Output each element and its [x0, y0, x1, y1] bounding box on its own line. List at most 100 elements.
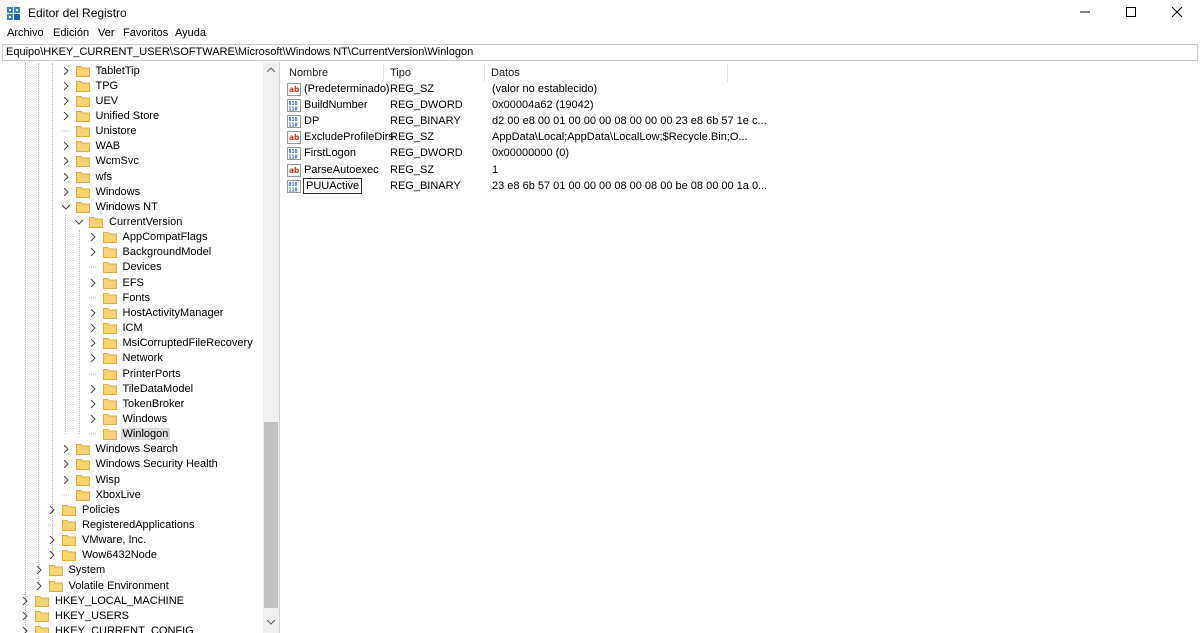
chevron-right-icon[interactable] — [35, 566, 43, 575]
value-type: REG_BINARY — [390, 179, 461, 192]
menu-ver[interactable]: Ver — [98, 27, 115, 39]
chevron-right-icon[interactable] — [89, 308, 97, 317]
chevron-right-icon[interactable] — [48, 505, 56, 514]
chevron-right-icon[interactable] — [89, 248, 97, 257]
scroll-up-button[interactable] — [263, 62, 279, 76]
tree-item[interactable]: Unified Store — [62, 108, 162, 123]
value-row[interactable]: 010 110 BuildNumber REG_DWORD 0x00004a62 (19… — [287, 98, 747, 114]
minimize-button[interactable] — [1062, 0, 1108, 26]
tree-item-label: Network — [122, 352, 163, 365]
tree-item[interactable]: UEV — [62, 93, 121, 108]
tree-item[interactable]: PrinterPorts — [88, 366, 183, 381]
chevron-right-icon[interactable] — [62, 142, 70, 151]
tree-item[interactable]: HKEY_CURRENT_CONFIG — [21, 624, 196, 633]
tree-item[interactable]: CurrentVersion — [75, 215, 184, 230]
value-row[interactable]: ab (Predeterminado) REG_SZ (valor no establ… — [287, 82, 747, 98]
chevron-right-icon[interactable] — [62, 187, 70, 196]
tree-item[interactable]: Devices — [88, 260, 164, 275]
chevron-right-icon[interactable] — [89, 354, 97, 363]
tree-item[interactable]: RegisteredApplications — [48, 518, 197, 533]
chevron-right-icon[interactable] — [62, 157, 70, 166]
tree-item[interactable]: HKEY_LOCAL_MACHINE — [21, 593, 186, 608]
tree-item[interactable]: XboxLive — [61, 487, 143, 502]
tree-item[interactable]: TPG — [62, 78, 121, 93]
chevron-up-icon — [266, 63, 276, 75]
value-data: d2 00 e8 00 01 00 00 00 08 00 00 00 23 e… — [492, 115, 767, 128]
chevron-right-icon[interactable] — [62, 96, 70, 105]
menu-ayuda[interactable]: Ayuda — [175, 27, 206, 39]
tree-item[interactable]: TabletTip — [62, 63, 142, 78]
chevron-right-icon[interactable] — [48, 551, 56, 560]
tree-item[interactable]: WAB — [62, 139, 123, 154]
chevron-right-icon[interactable] — [48, 536, 56, 545]
column-header-tipo[interactable]: Tipo — [385, 64, 485, 82]
tree-scrollbar[interactable] — [263, 62, 279, 633]
scroll-down-button[interactable] — [263, 615, 279, 629]
column-header-nombre[interactable]: Nombre — [284, 64, 384, 82]
menu-archivo[interactable]: Archivo — [7, 27, 44, 39]
chevron-right-icon[interactable] — [62, 460, 70, 469]
tree-item[interactable]: wfs — [62, 169, 115, 184]
chevron-right-icon[interactable] — [62, 172, 70, 181]
value-row[interactable]: 010 110 PUUActive REG_BINARY 23 e8 6b 57 01 … — [287, 177, 767, 195]
chevron-right-icon[interactable] — [62, 475, 70, 484]
value-name-edit-field[interactable]: PUUActive — [303, 177, 363, 194]
menu-edicion[interactable]: Edición — [53, 27, 89, 39]
tree-item[interactable]: VMware, Inc. — [48, 533, 148, 548]
value-row[interactable]: 010 110 DP REG_BINARY d2 00 e8 00 01 00 00 0… — [287, 114, 767, 130]
tree-item-label: HostActivityManager — [122, 306, 224, 319]
tree-item[interactable]: System — [35, 563, 108, 578]
tree-item[interactable]: Network — [89, 351, 165, 366]
address-bar[interactable]: Equipo\HKEY_CURRENT_USER\SOFTWARE\Micros… — [2, 44, 1198, 61]
tree-item-label: Winlogon — [120, 428, 171, 441]
tree-item[interactable]: Windows — [62, 184, 143, 199]
chevron-right-icon[interactable] — [89, 339, 97, 348]
chevron-right-icon[interactable] — [62, 66, 70, 75]
value-row[interactable]: 010 110 FirstLogon REG_DWORD 0x00000000 (0) — [287, 146, 747, 162]
value-row[interactable]: ab ParseAutoexec REG_SZ 1 — [287, 163, 747, 179]
menu-favoritos[interactable]: Favoritos — [123, 27, 168, 39]
tree-item[interactable]: TokenBroker — [89, 396, 187, 411]
tree-item[interactable]: BackgroundModel — [89, 245, 214, 260]
chevron-right-icon[interactable] — [21, 596, 29, 605]
tree-item[interactable]: WcmSvc — [62, 154, 141, 169]
tree-item[interactable]: Windows Search — [62, 442, 181, 457]
tree-item[interactable]: Unistore — [61, 124, 139, 139]
chevron-right-icon[interactable] — [62, 111, 70, 120]
tree-item[interactable]: MsiCorruptedFileRecovery — [89, 336, 255, 351]
chevron-right-icon[interactable] — [62, 445, 70, 454]
tree-item[interactable]: Windows Security Health — [62, 457, 220, 472]
tree-item[interactable]: Windows NT — [61, 199, 160, 214]
chevron-right-icon[interactable] — [89, 399, 97, 408]
tree-item[interactable]: Policies — [48, 502, 122, 517]
chevron-down-icon[interactable] — [75, 218, 83, 226]
chevron-right-icon[interactable] — [89, 384, 97, 393]
close-button[interactable] — [1154, 0, 1200, 26]
tree-item[interactable]: Volatile Environment — [35, 578, 171, 593]
chevron-down-icon[interactable] — [61, 203, 70, 211]
title-bar: Editor del Registro — [0, 0, 1200, 26]
maximize-button[interactable] — [1108, 0, 1154, 26]
column-header-datos[interactable]: Datos — [486, 64, 728, 82]
chevron-right-icon[interactable] — [89, 414, 97, 423]
tree-item[interactable]: ICM — [89, 321, 145, 336]
scroll-thumb[interactable] — [264, 422, 278, 608]
tree-item[interactable]: Windows — [89, 411, 170, 426]
chevron-right-icon[interactable] — [89, 278, 97, 287]
tree-item[interactable]: AppCompatFlags — [89, 230, 210, 245]
tree-item[interactable]: HKEY_USERS — [21, 608, 131, 623]
tree-item[interactable]: Wow6432Node — [48, 548, 159, 563]
tree-item[interactable]: Fonts — [88, 290, 153, 305]
tree-item[interactable]: Winlogon — [88, 427, 171, 442]
value-row[interactable]: ab ExcludeProfileDirs REG_SZ AppData\Local;… — [287, 130, 748, 146]
tree-item[interactable]: Wisp — [62, 472, 122, 487]
chevron-right-icon[interactable] — [21, 611, 29, 620]
tree-item[interactable]: EFS — [89, 275, 146, 290]
chevron-right-icon[interactable] — [62, 81, 70, 90]
tree-item[interactable]: TileDataModel — [89, 381, 196, 396]
chevron-right-icon[interactable] — [89, 324, 97, 333]
chevron-right-icon[interactable] — [21, 627, 29, 633]
chevron-right-icon[interactable] — [89, 233, 97, 242]
tree-item[interactable]: HostActivityManager — [89, 305, 226, 320]
chevron-right-icon[interactable] — [35, 581, 43, 590]
